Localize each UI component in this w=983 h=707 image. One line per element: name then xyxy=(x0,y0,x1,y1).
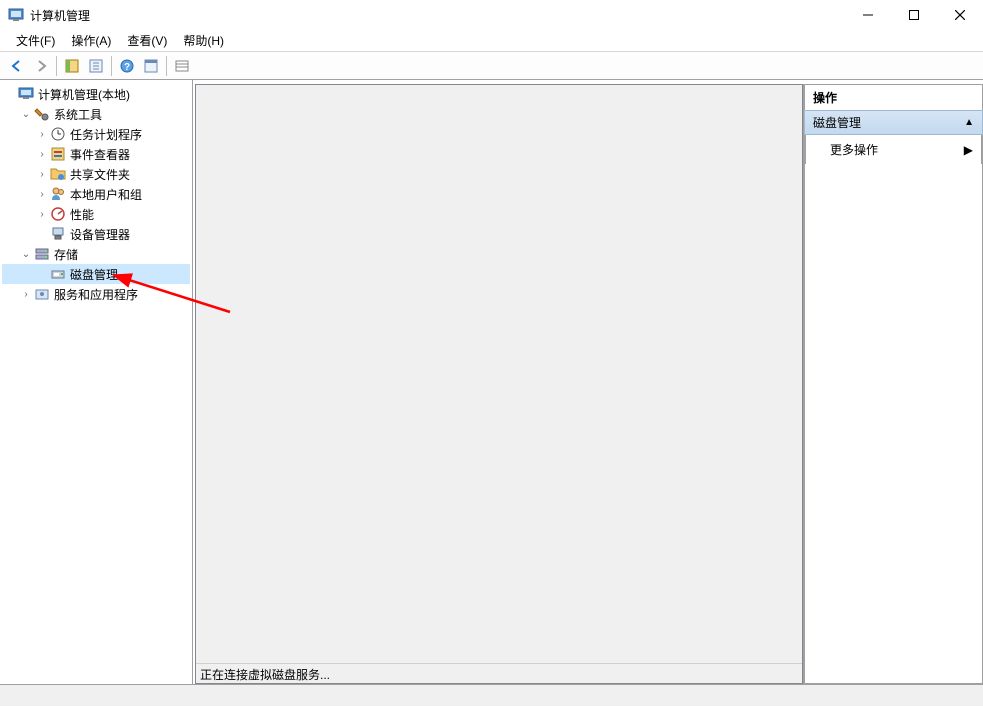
chevron-right-icon[interactable]: › xyxy=(34,189,50,200)
chevron-down-icon[interactable]: ⌄ xyxy=(18,109,34,120)
show-hide-tree-button[interactable] xyxy=(61,55,83,77)
tree-label: 磁盘管理 xyxy=(70,266,118,283)
menu-file[interactable]: 文件(F) xyxy=(8,30,63,51)
window-title: 计算机管理 xyxy=(30,7,845,24)
actions-more-label: 更多操作 xyxy=(830,141,878,158)
tree-services-applications[interactable]: › 服务和应用程序 xyxy=(2,284,190,304)
actions-section-label: 磁盘管理 xyxy=(813,114,861,131)
tree-event-viewer[interactable]: › 事件查看器 xyxy=(2,144,190,164)
tools-icon xyxy=(34,106,50,122)
chevron-right-icon[interactable]: › xyxy=(34,169,50,180)
performance-icon xyxy=(50,206,66,222)
tree-system-tools[interactable]: ⌄ 系统工具 xyxy=(2,104,190,124)
tree-label: 设备管理器 xyxy=(70,226,130,243)
tree-disk-management[interactable]: 磁盘管理 xyxy=(2,264,190,284)
tree-label: 共享文件夹 xyxy=(70,166,130,183)
tree-label: 事件查看器 xyxy=(70,146,130,163)
content-pane: 正在连接虚拟磁盘服务... xyxy=(195,84,803,684)
status-bar xyxy=(0,684,983,706)
actions-more[interactable]: 更多操作 ▶ xyxy=(805,135,982,164)
properties-button[interactable] xyxy=(85,55,107,77)
menu-bar: 文件(F) 操作(A) 查看(V) 帮助(H) xyxy=(0,30,983,52)
workspace: 计算机管理(本地) ⌄ 系统工具 › 任务计划程序 › 事件查看器 › 共享文件… xyxy=(0,80,983,684)
menu-action[interactable]: 操作(A) xyxy=(63,30,119,51)
storage-icon xyxy=(34,246,50,262)
minimize-button[interactable] xyxy=(845,0,891,30)
app-icon xyxy=(8,7,24,23)
tree-label: 性能 xyxy=(70,206,94,223)
tree-performance[interactable]: › 性能 xyxy=(2,204,190,224)
window-controls xyxy=(845,0,983,30)
tree-storage[interactable]: ⌄ 存储 xyxy=(2,244,190,264)
tree-task-scheduler[interactable]: › 任务计划程序 xyxy=(2,124,190,144)
list-view-button[interactable] xyxy=(171,55,193,77)
collapse-arrow-icon: ▲ xyxy=(964,117,974,128)
svg-text:?: ? xyxy=(124,62,130,73)
content-area xyxy=(196,85,802,683)
folder-share-icon xyxy=(50,166,66,182)
chevron-down-icon[interactable]: ⌄ xyxy=(18,249,34,260)
chevron-right-icon[interactable]: › xyxy=(34,129,50,140)
tree-label: 服务和应用程序 xyxy=(54,286,138,303)
navigation-tree: 计算机管理(本地) ⌄ 系统工具 › 任务计划程序 › 事件查看器 › 共享文件… xyxy=(0,80,193,684)
toolbar-separator xyxy=(111,56,112,76)
chevron-right-icon[interactable]: › xyxy=(34,209,50,220)
maximize-button[interactable] xyxy=(891,0,937,30)
close-button[interactable] xyxy=(937,0,983,30)
chevron-right-icon[interactable]: › xyxy=(18,289,34,300)
back-button[interactable] xyxy=(6,55,28,77)
toolbar: ? xyxy=(0,52,983,80)
actions-section-disk-management[interactable]: 磁盘管理 ▲ xyxy=(804,110,983,135)
menu-help[interactable]: 帮助(H) xyxy=(175,30,232,51)
tree-label: 计算机管理(本地) xyxy=(38,86,130,103)
menu-view[interactable]: 查看(V) xyxy=(119,30,175,51)
device-icon xyxy=(50,226,66,242)
tree-label: 系统工具 xyxy=(54,106,102,123)
status-text: 正在连接虚拟磁盘服务... xyxy=(196,663,802,683)
computer-icon xyxy=(18,86,34,102)
forward-button[interactable] xyxy=(30,55,52,77)
tree-shared-folders[interactable]: › 共享文件夹 xyxy=(2,164,190,184)
refresh-button[interactable] xyxy=(140,55,162,77)
tree-label: 本地用户和组 xyxy=(70,186,142,203)
tree-label: 存储 xyxy=(54,246,78,263)
actions-header: 操作 xyxy=(804,84,983,110)
title-bar: 计算机管理 xyxy=(0,0,983,30)
toolbar-separator xyxy=(56,56,57,76)
services-icon xyxy=(34,286,50,302)
tree-device-manager[interactable]: 设备管理器 xyxy=(2,224,190,244)
actions-body: 更多操作 ▶ xyxy=(804,135,983,684)
disk-icon xyxy=(50,266,66,282)
actions-pane: 操作 磁盘管理 ▲ 更多操作 ▶ xyxy=(803,84,983,684)
tree-label: 任务计划程序 xyxy=(70,126,142,143)
event-icon xyxy=(50,146,66,162)
tree-local-users-groups[interactable]: › 本地用户和组 xyxy=(2,184,190,204)
submenu-arrow-icon: ▶ xyxy=(964,143,973,157)
toolbar-separator xyxy=(166,56,167,76)
users-icon xyxy=(50,186,66,202)
clock-icon xyxy=(50,126,66,142)
help-button[interactable]: ? xyxy=(116,55,138,77)
tree-root-computer-management[interactable]: 计算机管理(本地) xyxy=(2,84,190,104)
chevron-right-icon[interactable]: › xyxy=(34,149,50,160)
